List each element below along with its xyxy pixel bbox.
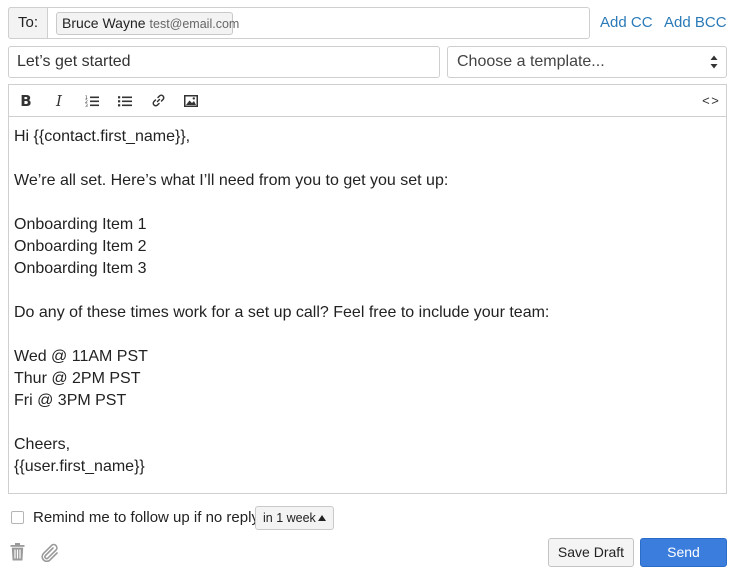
body-line bbox=[14, 412, 714, 434]
bold-icon[interactable]: B bbox=[13, 85, 39, 117]
body-line bbox=[14, 324, 714, 346]
follow-up-interval-button[interactable]: in 1 week bbox=[255, 506, 334, 530]
body-line: Cheers, bbox=[14, 436, 71, 453]
body-line: Onboarding Item 1 bbox=[14, 216, 147, 233]
body-line: Hi {{contact.first_name}}, bbox=[14, 128, 191, 145]
body-line bbox=[14, 148, 714, 170]
body-line bbox=[14, 280, 714, 302]
to-label: To: bbox=[8, 7, 48, 39]
body-line: Onboarding Item 3 bbox=[14, 260, 147, 277]
numbered-list-icon[interactable]: 1 2 3 bbox=[79, 85, 105, 117]
svg-text:3: 3 bbox=[85, 103, 88, 107]
body-line: Thur @ 2PM PST bbox=[14, 370, 141, 387]
add-bcc-link[interactable]: Add BCC bbox=[664, 14, 727, 31]
recipient-chip[interactable]: Bruce Wayne test@email.com bbox=[56, 12, 239, 35]
body-line: Wed @ 11AM PST bbox=[14, 348, 148, 365]
trash-icon[interactable] bbox=[10, 543, 25, 561]
follow-up-label: Remind me to follow up if no reply bbox=[33, 509, 259, 526]
follow-up-interval-value: in 1 week bbox=[263, 511, 316, 525]
caret-up-icon bbox=[318, 515, 326, 521]
template-select-value: Choose a template... bbox=[457, 53, 605, 70]
bulleted-list-icon[interactable] bbox=[112, 85, 138, 117]
follow-up-checkbox[interactable] bbox=[11, 511, 24, 524]
subject-input[interactable]: Let’s get started bbox=[8, 46, 440, 78]
body-line: Onboarding Item 2 bbox=[14, 238, 147, 255]
recipient-email: test@email.com bbox=[149, 17, 240, 31]
image-icon[interactable] bbox=[178, 85, 204, 117]
recipient-name: Bruce Wayne bbox=[62, 15, 146, 31]
send-button[interactable]: Send bbox=[640, 538, 727, 567]
save-draft-button[interactable]: Save Draft bbox=[548, 538, 634, 567]
italic-icon[interactable]: I bbox=[46, 85, 72, 117]
body-line: Do any of these times work for a set up … bbox=[14, 304, 550, 321]
code-view-icon[interactable]: < > bbox=[697, 85, 723, 117]
editor-toolbar: B I 1 2 3 < > bbox=[8, 84, 727, 117]
paperclip-icon[interactable] bbox=[40, 543, 60, 562]
body-line: Fri @ 3PM PST bbox=[14, 392, 127, 409]
template-select[interactable]: Choose a template... bbox=[447, 46, 727, 78]
select-arrows-icon bbox=[710, 55, 718, 69]
email-body-text[interactable]: Hi {{contact.first_name}}, We’re all set.… bbox=[14, 126, 714, 478]
body-line bbox=[14, 192, 714, 214]
body-line: {{user.first_name}} bbox=[14, 458, 145, 475]
link-icon[interactable] bbox=[145, 85, 171, 117]
add-cc-link[interactable]: Add CC bbox=[600, 14, 653, 31]
body-line: We’re all set. Here’s what I’ll need fro… bbox=[14, 172, 449, 189]
